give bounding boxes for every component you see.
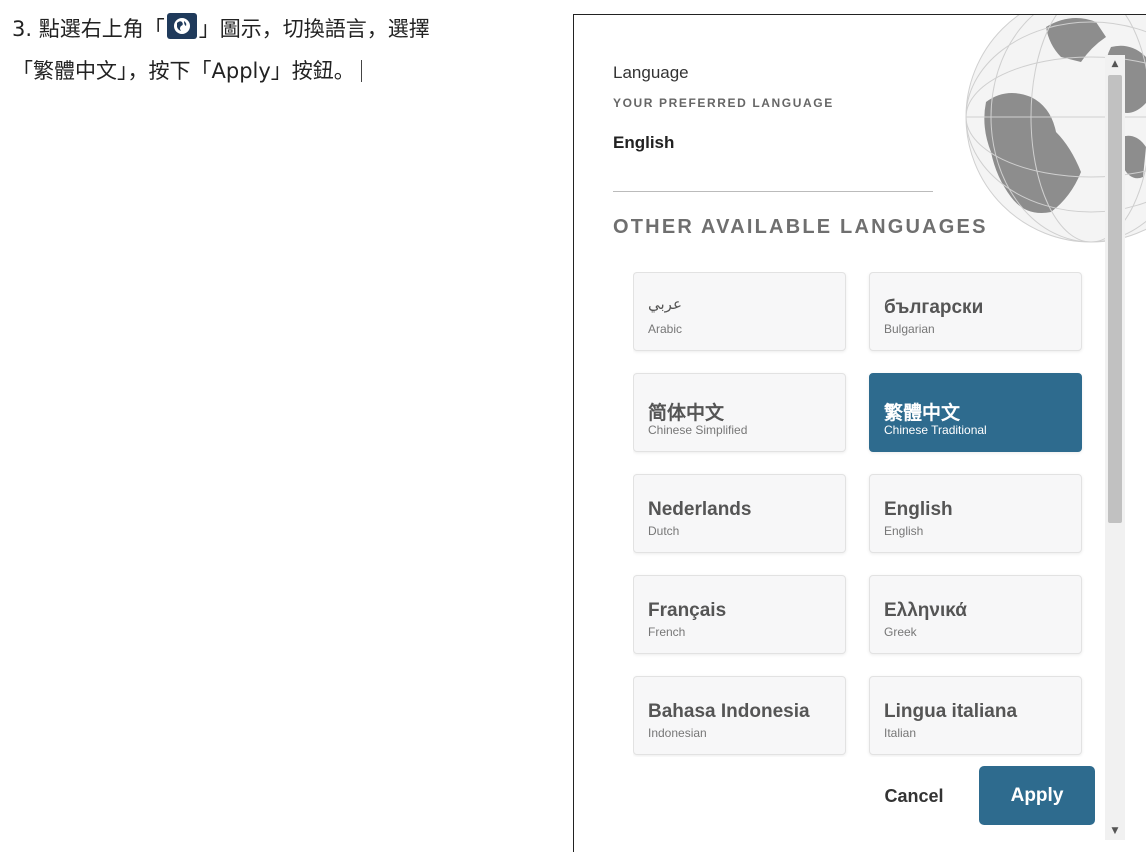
- cancel-button[interactable]: Cancel: [864, 776, 964, 816]
- language-native-name: български: [884, 297, 984, 318]
- language-native-name: Français: [648, 600, 727, 621]
- language-tile-bulgarian[interactable]: български Bulgarian: [869, 272, 1082, 351]
- language-tile-chinese-traditional[interactable]: 繁體中文 Chinese Traditional: [869, 373, 1082, 452]
- scroll-down-arrow-icon[interactable]: ▼: [1105, 822, 1125, 840]
- language-native-name: Ελληνικά: [884, 600, 967, 621]
- apply-button[interactable]: Apply: [979, 766, 1095, 825]
- language-english-name: Greek: [884, 625, 917, 639]
- language-native-name: عربي: [648, 296, 682, 313]
- scroll-thumb[interactable]: [1108, 75, 1122, 523]
- language-english-name: Dutch: [648, 524, 680, 538]
- instruction-text: 3. 點選右上角「 」圖示，切換語言，選擇 「繁體中文」，按下「Apply」按鈕。: [12, 8, 552, 92]
- divider: [613, 191, 933, 192]
- language-native-name: 简体中文: [648, 403, 725, 424]
- text-caret: [360, 60, 362, 82]
- language-english-name: Bulgarian: [884, 322, 935, 336]
- dialog-title: Language: [613, 63, 689, 82]
- scroll-up-arrow-icon[interactable]: ▲: [1105, 55, 1125, 73]
- language-tile-arabic[interactable]: عربي Arabic: [633, 272, 846, 351]
- instruction-text-part: 」圖示，切換語言，選擇: [198, 17, 430, 41]
- scrollbar[interactable]: ▲ ▼: [1105, 55, 1125, 840]
- language-native-name: English: [884, 499, 953, 520]
- language-native-name: Lingua italiana: [884, 701, 1018, 722]
- language-tile-italian[interactable]: Lingua italiana Italian: [869, 676, 1082, 755]
- language-native-name: 繁體中文: [884, 403, 961, 424]
- globe-icon: [166, 13, 197, 39]
- language-english-name: Italian: [884, 726, 917, 740]
- current-language: English: [613, 133, 675, 152]
- language-tile-indonesian[interactable]: Bahasa Indonesia Indonesian: [633, 676, 846, 755]
- instruction-line-1: 3. 點選右上角「 」圖示，切換語言，選擇: [12, 8, 552, 50]
- instruction-line-2: 「繁體中文」，按下「Apply」按鈕。: [12, 50, 552, 92]
- language-english-name: English: [884, 524, 924, 538]
- preferred-language-label: YOUR PREFERRED LANGUAGE: [613, 96, 834, 110]
- instruction-text-part: 「繁體中文」，按下「Apply」按鈕。: [12, 59, 355, 83]
- language-list: عربي Arabic български Bulgarian 简体中文 Chi…: [633, 272, 1085, 757]
- language-native-name: Bahasa Indonesia: [648, 701, 810, 722]
- language-english-name: Indonesian: [648, 726, 707, 740]
- other-languages-heading: OTHER AVAILABLE LANGUAGES: [613, 216, 988, 238]
- language-english-name: French: [648, 625, 686, 639]
- language-tile-greek[interactable]: Ελληνικά Greek: [869, 575, 1082, 654]
- language-english-name: Arabic: [648, 322, 683, 336]
- language-native-name: Nederlands: [648, 499, 752, 520]
- language-tile-french[interactable]: Français French: [633, 575, 846, 654]
- language-english-name: Chinese Simplified: [648, 423, 748, 437]
- language-tile-english[interactable]: English English: [869, 474, 1082, 553]
- language-tile-dutch[interactable]: Nederlands Dutch: [633, 474, 846, 553]
- language-tile-chinese-simplified[interactable]: 简体中文 Chinese Simplified: [633, 373, 846, 452]
- language-english-name: Chinese Traditional: [884, 423, 987, 437]
- instruction-text-part: 3. 點選右上角「: [12, 17, 165, 41]
- language-dialog: Language YOUR PREFERRED LANGUAGE English…: [573, 14, 1146, 852]
